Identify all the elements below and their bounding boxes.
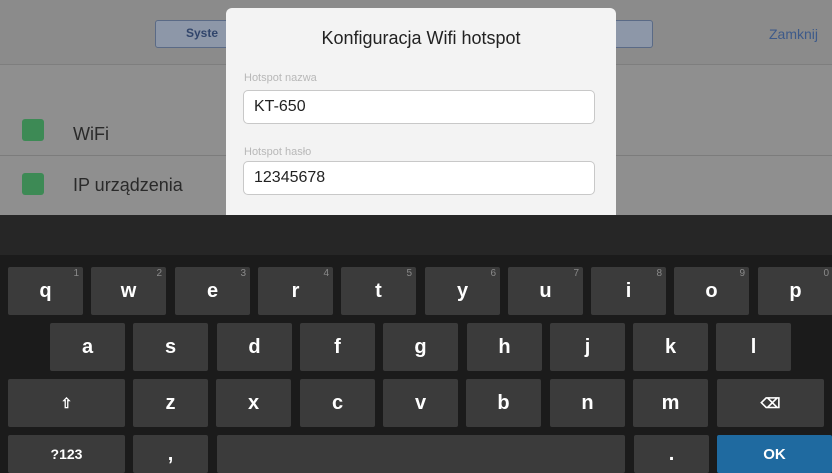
key-t-hint: 5 — [406, 268, 412, 279]
segment-right[interactable] — [612, 20, 653, 48]
key-r-hint: 4 — [323, 268, 329, 279]
hotspot-name-label: Hotspot nazwa — [244, 72, 317, 84]
key-d[interactable]: d — [217, 323, 292, 371]
segment-system[interactable]: Syste — [155, 20, 229, 48]
key-g[interactable]: g — [383, 323, 458, 371]
shift-key-icon-label: ⇧ — [60, 394, 73, 411]
key-z-label: z — [165, 391, 176, 414]
key-e-label: e — [206, 279, 219, 302]
key-b[interactable]: b — [466, 379, 541, 427]
close-link[interactable]: Zamknij — [769, 26, 818, 42]
key-period-label: . — [668, 442, 675, 465]
key-n[interactable]: n — [550, 379, 625, 427]
backspace-key-icon[interactable]: ⌫ — [717, 379, 824, 427]
onscreen-keyboard: q1w2e3r4t5y6u7i8o9p0 asdfghjkl ⇧ z x c v b n m ⌫… — [0, 255, 832, 473]
ip-label: IP urządzenia — [73, 175, 183, 195]
key-r[interactable]: r4 — [258, 267, 333, 315]
key-a-label: a — [81, 335, 94, 358]
key-y-hint: 6 — [490, 268, 496, 279]
key-t[interactable]: t5 — [341, 267, 416, 315]
key-p-label: p — [789, 279, 802, 302]
key-m-label: m — [661, 391, 680, 414]
key-r-label: r — [291, 279, 300, 302]
key-t-label: t — [375, 279, 382, 302]
space-key[interactable] — [217, 435, 625, 473]
key-c-label: c — [331, 391, 344, 414]
key-j-label: j — [584, 335, 591, 358]
key-s[interactable]: s — [133, 323, 208, 371]
key-l[interactable]: l — [716, 323, 791, 371]
ok-key[interactable]: OK — [717, 435, 832, 473]
key-y-label: y — [456, 279, 469, 302]
key-g-label: g — [414, 335, 427, 358]
key-i-label: i — [625, 279, 632, 302]
symbols-key-label: ?123 — [50, 446, 83, 462]
key-v-label: v — [414, 391, 427, 414]
key-s-label: s — [164, 335, 177, 358]
shift-key-icon[interactable]: ⇧ — [8, 379, 125, 427]
dialog-title: Konfiguracja Wifi hotspot — [321, 28, 521, 48]
key-n-label: n — [581, 391, 594, 414]
key-e-hint: 3 — [240, 268, 246, 279]
segment-system-label: Syste — [186, 26, 219, 40]
key-o[interactable]: o9 — [674, 267, 749, 315]
key-h-label: h — [498, 335, 511, 358]
key-k[interactable]: k — [633, 323, 708, 371]
key-e[interactable]: e3 — [175, 267, 250, 315]
key-c[interactable]: c — [300, 379, 375, 427]
key-o-label: o — [705, 279, 718, 302]
key-w[interactable]: w2 — [91, 267, 166, 315]
hotspot-name-input[interactable]: KT-650 — [243, 90, 595, 124]
key-q-label: q — [39, 279, 52, 302]
key-m[interactable]: m — [633, 379, 708, 427]
key-a[interactable]: a — [50, 323, 125, 371]
hotspot-dialog: Konfiguracja Wifi hotspot Hotspot nazwa … — [226, 8, 616, 215]
backspace-key-icon-label: ⌫ — [760, 394, 781, 411]
wifi-label: WiFi — [73, 124, 109, 144]
key-f[interactable]: f — [300, 323, 375, 371]
key-k-label: k — [664, 335, 677, 358]
ip-icon — [22, 173, 44, 195]
key-b-label: b — [497, 391, 510, 414]
wifi-icon — [22, 119, 44, 141]
key-d-label: d — [248, 335, 261, 358]
key-p[interactable]: p0 — [758, 267, 832, 315]
key-i-hint: 8 — [656, 268, 662, 279]
key-o-hint: 9 — [739, 268, 745, 279]
key-u-label: u — [539, 279, 552, 302]
key-w-hint: 2 — [156, 268, 162, 279]
key-h[interactable]: h — [467, 323, 542, 371]
key-comma-label: , — [167, 442, 174, 465]
hotspot-password-label: Hotspot hasło — [244, 146, 312, 158]
dim-overlay — [0, 215, 832, 255]
key-q[interactable]: q1 — [8, 267, 83, 315]
key-u-hint: 7 — [573, 268, 579, 279]
hotspot-password-input[interactable]: 12345678 — [243, 161, 595, 195]
key-j[interactable]: j — [550, 323, 625, 371]
symbols-key[interactable]: ?123 — [8, 435, 125, 473]
ok-key-label: OK — [763, 445, 786, 463]
key-f-label: f — [334, 335, 341, 358]
key-l-label: l — [750, 335, 757, 358]
key-p-hint: 0 — [823, 268, 829, 279]
key-comma[interactable]: , — [133, 435, 208, 473]
key-y[interactable]: y6 — [425, 267, 500, 315]
key-i[interactable]: i8 — [591, 267, 666, 315]
key-v[interactable]: v — [383, 379, 458, 427]
key-x-label: x — [247, 391, 260, 414]
key-z[interactable]: z — [133, 379, 208, 427]
key-x[interactable]: x — [216, 379, 291, 427]
key-w-label: w — [120, 279, 137, 302]
key-period[interactable]: . — [634, 435, 709, 473]
key-u[interactable]: u7 — [508, 267, 583, 315]
key-q-hint: 1 — [73, 268, 79, 279]
